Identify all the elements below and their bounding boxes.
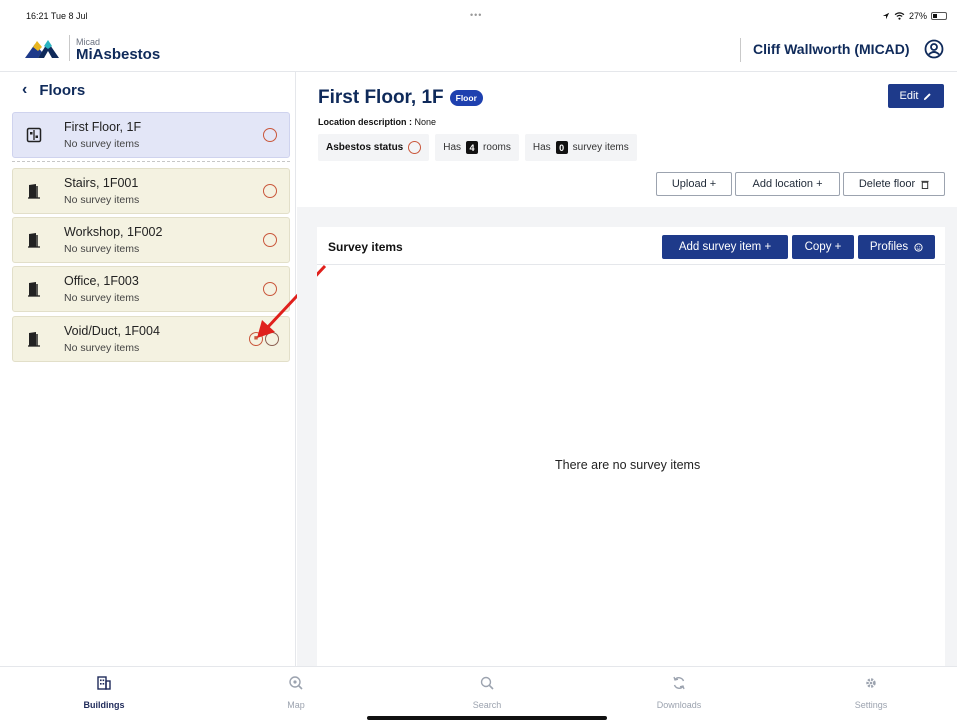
multitask-dots[interactable]: ••• (470, 10, 482, 20)
location-value: None (414, 117, 437, 127)
battery-percent: 27% (908, 11, 927, 21)
user-account-icon[interactable] (924, 39, 944, 59)
tab-label: Settings (854, 700, 888, 710)
annotation-arrow-icon (257, 264, 327, 338)
search-icon (480, 676, 494, 690)
door-icon (28, 332, 40, 347)
add-location-button[interactable]: Add location + (735, 172, 840, 196)
asbestos-status-chip: Asbestos status (318, 134, 430, 161)
door-icon (28, 282, 40, 297)
location-description: Location description : None (318, 117, 436, 127)
door-icon (28, 233, 40, 248)
tab-buildings[interactable]: Buildings (49, 676, 159, 710)
ios-status-bar: 16:21 Tue 8 Jul ••• 27% (0, 0, 957, 26)
rooms-count: 4 (466, 141, 479, 154)
home-indicator[interactable] (367, 716, 607, 720)
survey-items-title: Survey items (328, 240, 403, 254)
edit-label: Edit (899, 90, 919, 102)
delete-floor-button[interactable]: Delete floor (843, 172, 945, 196)
tab-label: Map (287, 700, 305, 710)
profiles-label: Profiles (869, 241, 909, 253)
list-item[interactable]: Stairs, 1F001 No survey items (12, 168, 290, 214)
sync-icon (673, 676, 685, 690)
room-subtitle: No survey items (64, 342, 140, 354)
micad-logo-icon (25, 40, 59, 58)
room-subtitle: No survey items (64, 243, 140, 255)
sidebar-title: Floors (39, 81, 86, 99)
profiles-button[interactable]: Profiles (858, 235, 935, 259)
buildings-icon (97, 676, 111, 690)
tab-downloads[interactable]: Downloads (624, 676, 734, 710)
room-subtitle: No survey items (64, 292, 140, 304)
rooms-post: rooms (483, 142, 511, 153)
panel-gutter-left (297, 227, 317, 666)
header-separator (740, 38, 741, 62)
tab-label: Buildings (83, 700, 125, 710)
items-pre: Has (532, 142, 551, 153)
back-chevron-icon[interactable]: ‹ (22, 81, 27, 99)
tab-search[interactable]: Search (432, 676, 542, 710)
logo-separator (69, 35, 70, 61)
floor-subtitle: No survey items (64, 138, 140, 150)
system-indicators: 27% (882, 11, 947, 21)
section-divider (297, 207, 957, 227)
survey-items-count-chip: Has 0 survey items (524, 134, 637, 161)
floor-title: First Floor, 1F (64, 120, 142, 134)
asbestos-status-ring-icon (263, 233, 277, 247)
trash-icon (921, 180, 929, 189)
page-title-row: First Floor, 1F Floor (318, 87, 483, 109)
room-title: Workshop, 1F002 (64, 225, 163, 239)
asbestos-status-ring-icon (263, 128, 277, 142)
empty-state-message: There are no survey items (555, 458, 701, 472)
bottom-tab-bar: Buildings Map Search Downloads Settings (0, 666, 957, 722)
location-label: Location description : (318, 117, 413, 127)
asbestos-status-ring-icon (408, 141, 422, 154)
items-post: survey items (572, 142, 629, 153)
tab-label: Downloads (656, 700, 702, 710)
battery-icon (931, 12, 947, 20)
rooms-count-chip: Has 4 rooms (435, 134, 519, 161)
items-count: 0 (555, 141, 568, 154)
profiles-icon (914, 242, 923, 252)
type-badge: Floor (449, 90, 483, 106)
sidebar-item-floor[interactable]: First Floor, 1F No survey items (12, 112, 290, 158)
brand-app-name: MiAsbestos (76, 46, 161, 63)
edit-button[interactable]: Edit (888, 84, 944, 108)
map-icon (289, 676, 303, 690)
survey-items-header: Survey items Add survey item + Copy + Pr… (317, 227, 945, 265)
tab-label: Search (472, 700, 502, 710)
location-icon (882, 12, 890, 20)
status-chips: Asbestos status Has 4 rooms Has 0 survey… (318, 134, 637, 161)
tab-settings[interactable]: Settings (816, 676, 926, 710)
room-title: Office, 1F003 (64, 274, 139, 288)
user-name[interactable]: Cliff Wallworth (MICAD) (753, 41, 910, 57)
room-subtitle: No survey items (64, 194, 140, 206)
list-divider (12, 161, 290, 162)
asbestos-status-ring-icon (263, 184, 277, 198)
app-header: Micad MiAsbestos Cliff Wallworth (MICAD) (0, 26, 957, 72)
tab-map[interactable]: Map (241, 676, 351, 710)
room-title: Void/Duct, 1F004 (64, 324, 160, 338)
panel-gutter-right (945, 227, 957, 666)
pencil-icon (924, 92, 932, 100)
sidebar-header[interactable]: ‹ Floors (22, 81, 85, 99)
wifi-icon (894, 12, 905, 20)
list-item[interactable]: Workshop, 1F002 No survey items (12, 217, 290, 263)
rooms-pre: Has (443, 142, 462, 153)
add-survey-item-button[interactable]: Add survey item + (662, 235, 788, 259)
gear-icon (866, 678, 876, 688)
floor-icon (26, 127, 42, 143)
asbestos-status-label: Asbestos status (326, 142, 404, 153)
room-title: Stairs, 1F001 (64, 176, 139, 190)
door-icon (28, 184, 40, 199)
upload-button[interactable]: Upload + (656, 172, 732, 196)
delete-floor-label: Delete floor (858, 178, 916, 190)
copy-button[interactable]: Copy + (792, 235, 854, 259)
page-title: First Floor, 1F (318, 87, 444, 108)
status-time: 16:21 Tue 8 Jul (26, 11, 88, 21)
floors-sidebar: ‹ Floors First Floor, 1F No survey items… (0, 72, 296, 666)
